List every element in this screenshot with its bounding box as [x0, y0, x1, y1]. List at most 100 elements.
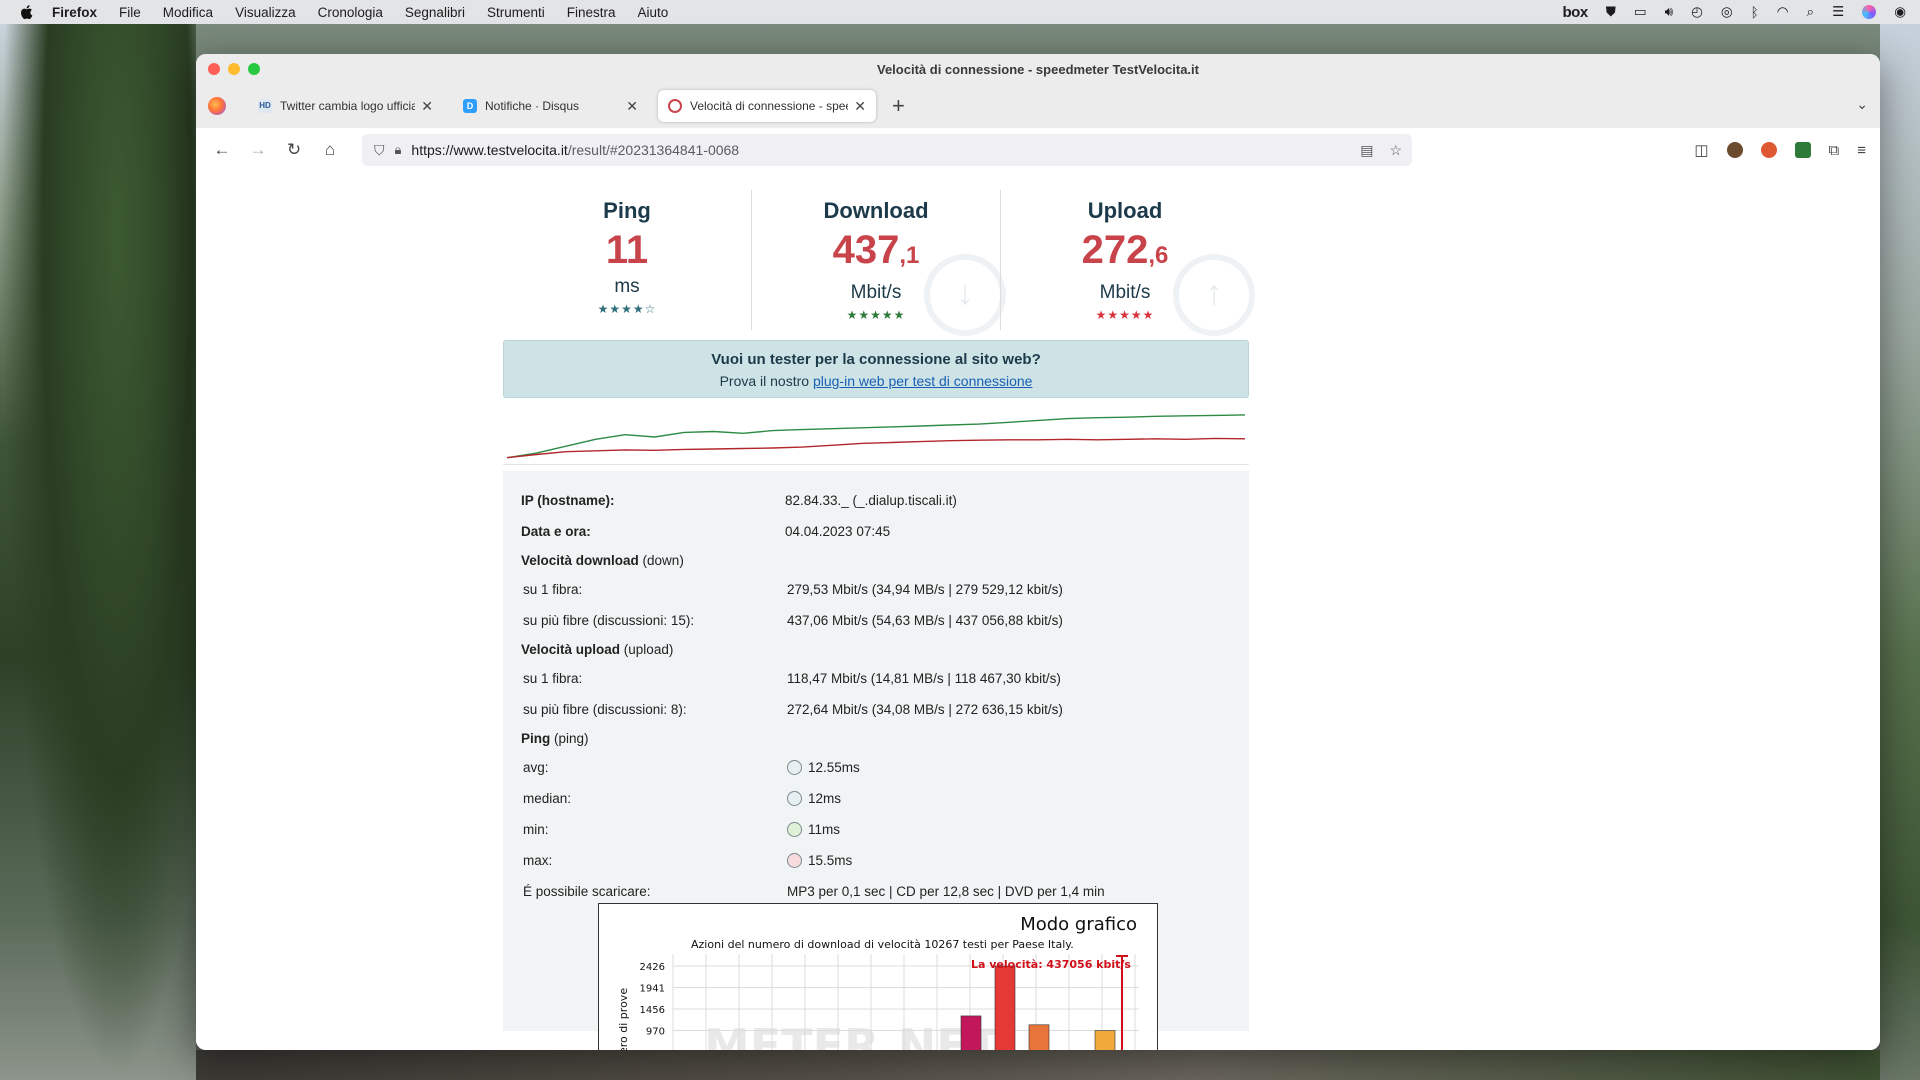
siri-icon[interactable] — [1862, 5, 1877, 19]
upload-multi-label: su più fibre (discussioni: 8): — [523, 702, 687, 717]
menu-edit[interactable]: Modifica — [163, 5, 213, 20]
menu-history[interactable]: Cronologia — [318, 5, 383, 20]
ping-heading-note: (ping) — [554, 731, 589, 746]
time-machine-icon[interactable]: ◴ — [1691, 4, 1703, 20]
close-tab-icon[interactable]: ✕ — [626, 98, 638, 115]
upload-value-int: 272 — [1081, 228, 1149, 272]
menubar-status-icons: box ⛊ ▭ 🔊︎ ◴ ◎ ᛒ ◠ ⌕ ☰ ◉ — [1563, 4, 1906, 21]
ping-max-row: max: 15.5ms — [521, 845, 1231, 876]
speedmeter-favicon-icon — [668, 99, 682, 113]
ping-median-label: median: — [523, 791, 572, 806]
user-status-icon[interactable]: ◉ — [1894, 4, 1906, 20]
reader-view-icon[interactable]: ▤ — [1360, 142, 1373, 159]
upload-multi-row: su più fibre (discussioni: 8): 272,64 Mb… — [521, 694, 1231, 725]
list-tabs-chevron-icon[interactable]: ⌄ — [1856, 96, 1868, 113]
tab-disqus[interactable]: D Notifiche · Disqus ✕ — [453, 90, 648, 122]
chart-bar — [994, 965, 1016, 1050]
chart-bar — [1028, 1024, 1050, 1050]
url-text[interactable]: https://www.testvelocita.it/result/#2023… — [411, 142, 739, 158]
new-tab-button[interactable]: + — [892, 93, 905, 119]
upload-heading-text: Velocità upload — [521, 642, 621, 657]
ping-heading: Ping (ping) — [521, 731, 785, 746]
promo-line: Prova il nostro plug-in web per test di … — [504, 373, 1248, 389]
reload-button[interactable]: ↻ — [276, 140, 312, 160]
forward-button[interactable]: → — [240, 140, 276, 160]
tab-strip: HD Twitter cambia logo ufficiale e c ✕ D… — [196, 84, 1880, 128]
extensions-puzzle-icon[interactable]: ⧉ — [1829, 142, 1840, 159]
plugin-link[interactable]: plug-in web per test di connessione — [813, 373, 1032, 389]
upload-single-row: su 1 fibra: 118,47 Mbit/s (14,81 MB/s | … — [521, 663, 1231, 694]
desktop-wallpaper-left — [0, 24, 196, 1080]
ping-avg-label: avg: — [523, 760, 549, 775]
airdrop-icon[interactable]: ◎ — [1721, 4, 1733, 20]
close-tab-icon[interactable]: ✕ — [421, 98, 433, 115]
chart-bar — [1094, 1030, 1116, 1050]
menu-help[interactable]: Aiuto — [638, 5, 669, 20]
menu-bookmarks[interactable]: Segnalibri — [405, 5, 465, 20]
ping-max-value: 15.5ms — [787, 853, 852, 868]
possible-download-label: É possibile scaricare: — [523, 884, 651, 899]
ping-min-row: min: 11ms — [521, 814, 1231, 845]
home-button[interactable]: ⌂ — [312, 140, 348, 160]
volume-icon[interactable]: 🔊︎ — [1665, 4, 1674, 20]
download-multi-value: 437,06 Mbit/s (54,63 MB/s | 437 056,88 k… — [787, 613, 1063, 628]
firefox-view-icon[interactable] — [208, 97, 226, 115]
bluetooth-icon[interactable]: ᛒ — [1751, 5, 1759, 20]
chart-y-tick-label: 1941 — [640, 984, 665, 995]
menu-file[interactable]: File — [119, 5, 141, 20]
plugin-promo-banner: Vuoi un tester per la connessione al sit… — [503, 340, 1249, 398]
upload-value-dec: ,6 — [1148, 242, 1169, 269]
tab-speedmeter[interactable]: Velocità di connessione - speed ✕ — [658, 90, 876, 122]
spotlight-search-icon[interactable]: ⌕ — [1807, 4, 1815, 20]
menu-tools[interactable]: Strumenti — [487, 5, 545, 20]
tracking-protection-shield-icon[interactable]: ⛉ — [374, 142, 385, 159]
browser-window: Velocità di connessione - speedmeter Tes… — [196, 54, 1880, 1050]
toolbar-extensions: ◫ ⧉ ≡ — [1694, 141, 1866, 160]
control-center-icon[interactable]: ☰ — [1832, 4, 1844, 20]
menu-app-name[interactable]: Firefox — [52, 5, 97, 20]
upload-trace-line — [506, 437, 1246, 459]
ip-value: 82.84.33._ (_.dialup.tiscali.it) — [785, 493, 957, 508]
shield-extension-icon[interactable] — [1794, 142, 1811, 158]
ping-avg-value: 12.55ms — [787, 760, 860, 775]
shield-status-icon[interactable]: ⛊ — [1606, 4, 1616, 20]
tab-twitter[interactable]: HD Twitter cambia logo ufficiale e c ✕ — [248, 90, 443, 122]
wifi-icon[interactable]: ◠ — [1777, 4, 1789, 20]
lock-icon[interactable]: 🔒︎ — [395, 142, 402, 158]
apple-icon[interactable] — [18, 3, 36, 21]
ip-row: IP (hostname): 82.84.33._ (_.dialup.tisc… — [521, 485, 1231, 516]
url-bar[interactable]: ⛉ 🔒︎ https://www.testvelocita.it/result/… — [362, 134, 1412, 166]
graphic-mode-chart: Modo grafico Azioni del numero di downlo… — [598, 903, 1158, 1050]
speed-sparkline — [503, 404, 1249, 465]
box-status[interactable]: box — [1563, 4, 1589, 21]
upload-arrow-icon: ↑ — [1173, 254, 1255, 336]
tab-label: Velocità di connessione - speed — [690, 99, 849, 113]
window-title: Velocità di connessione - speedmeter Tes… — [877, 61, 1199, 77]
clock-max-icon — [787, 853, 802, 868]
close-tab-icon[interactable]: ✕ — [854, 98, 866, 115]
upload-metric: Upload 272,6 Mbit/s ★★★★★ ↑ — [1000, 190, 1255, 336]
display-status-icon[interactable]: ▭ — [1634, 4, 1647, 20]
download-single-value: 279,53 Mbit/s (34,94 MB/s | 279 529,12 k… — [787, 582, 1063, 597]
download-heading-note: (down) — [642, 553, 684, 568]
clock-min-icon — [787, 822, 802, 837]
account-avatar-icon[interactable] — [1726, 142, 1743, 158]
hamburger-menu-icon[interactable]: ≡ — [1857, 142, 1866, 159]
upload-heading-row: Velocità upload (upload) — [521, 636, 1231, 663]
bookmark-star-icon[interactable]: ☆ — [1389, 142, 1402, 159]
ping-value: 11 — [605, 228, 649, 272]
menu-window[interactable]: Finestra — [567, 5, 616, 20]
histogram-svg: METER.NET ero di prove 2426 1941 1456 970 L… — [617, 954, 1139, 1050]
speed-metrics: Ping 11 ms ★★★★☆ Download 437,1 Mbit/s ★… — [503, 190, 1255, 336]
duckduckgo-extension-icon[interactable] — [1760, 142, 1777, 158]
back-button[interactable]: ← — [204, 140, 240, 160]
chart-y-tick-label: 1456 — [640, 1005, 665, 1016]
download-title: Download — [823, 198, 929, 223]
ping-median-value: 12ms — [787, 791, 841, 806]
ping-rating-stars: ★★★★☆ — [597, 302, 657, 316]
upload-single-label: su 1 fibra: — [523, 671, 583, 686]
pocket-icon[interactable]: ◫ — [1694, 141, 1708, 159]
desktop-wallpaper-right — [1880, 24, 1920, 1080]
menu-view[interactable]: Visualizza — [235, 5, 296, 20]
chart-y-tick-label: 970 — [646, 1027, 665, 1038]
